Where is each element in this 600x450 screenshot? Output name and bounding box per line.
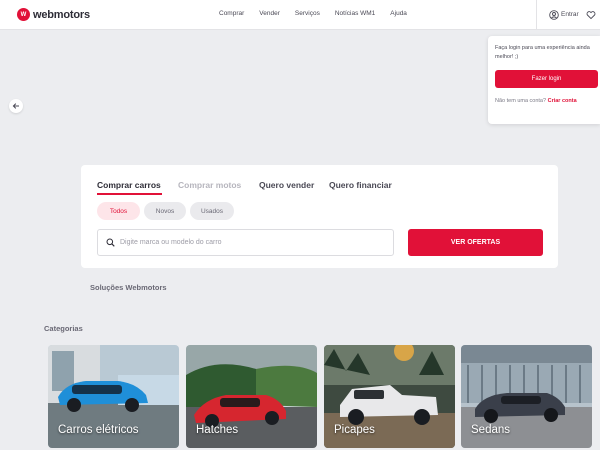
nav-item-vender[interactable]: Vender	[259, 10, 280, 17]
category-label: Hatches	[196, 424, 239, 436]
popover-message: Faça login para uma experiência ainda me…	[495, 45, 590, 60]
signup-link[interactable]: Criar conta	[548, 98, 577, 104]
search-input[interactable]: Digite marca ou modelo do carro	[97, 229, 394, 256]
category-card-picapes[interactable]: Picapes	[324, 345, 455, 448]
nav-item-ajuda[interactable]: Ajuda	[390, 10, 407, 17]
carousel-prev-button[interactable]	[9, 99, 23, 113]
webmotors-logo[interactable]: W webmotors	[17, 8, 90, 21]
category-card-hatches[interactable]: Hatches	[186, 345, 317, 448]
tab-comprar-motos[interactable]: Comprar motos	[178, 180, 241, 190]
nav-item-servicos[interactable]: Serviços	[295, 10, 320, 17]
search-icon	[106, 238, 115, 247]
main-nav: Comprar Vender Serviços Notícias WM1 Aju…	[219, 10, 407, 17]
chip-novos[interactable]: Novos	[144, 202, 186, 220]
category-label: Picapes	[334, 424, 375, 436]
tab-quero-financiar[interactable]: Quero financiar	[329, 180, 392, 190]
nav-item-noticias[interactable]: Notícias WM1	[335, 10, 375, 17]
logo-mark-icon: W	[17, 8, 30, 21]
active-tab-indicator	[97, 193, 162, 195]
tab-quero-vender[interactable]: Quero vender	[259, 180, 314, 190]
category-card-sedans[interactable]: Sedans	[461, 345, 592, 448]
tab-comprar-carros[interactable]: Comprar carros	[97, 180, 161, 190]
search-placeholder: Digite marca ou modelo do carro	[120, 239, 222, 246]
signup-prompt-text: Não tem uma conta?	[495, 98, 547, 104]
chip-usados[interactable]: Usados	[190, 202, 234, 220]
ver-ofertas-button[interactable]: VER OFERTAS	[408, 229, 543, 256]
logo-text: webmotors	[33, 8, 90, 21]
search-card: Comprar carros Comprar motos Quero vende…	[81, 165, 558, 268]
category-card-eletricos[interactable]: Carros elétricos	[48, 345, 179, 448]
user-icon[interactable]	[549, 10, 559, 20]
nav-item-comprar[interactable]: Comprar	[219, 10, 244, 17]
login-link[interactable]: Entrar	[561, 11, 579, 18]
category-label: Carros elétricos	[58, 424, 139, 436]
chip-todos[interactable]: Todos	[97, 202, 140, 220]
category-label: Sedans	[471, 424, 511, 436]
top-header: W webmotors Comprar Vender Serviços Notí…	[0, 0, 600, 30]
signup-prompt: Não tem uma conta? Criar conta	[495, 97, 595, 106]
solutions-heading: Soluções Webmotors	[90, 283, 167, 292]
categories-heading: Categorias	[44, 324, 83, 333]
login-popover: Faça login para uma experiência ainda me…	[488, 36, 600, 124]
heart-icon[interactable]	[586, 10, 596, 20]
login-button[interactable]: Fazer login	[495, 70, 598, 88]
arrow-left-icon	[12, 103, 19, 109]
